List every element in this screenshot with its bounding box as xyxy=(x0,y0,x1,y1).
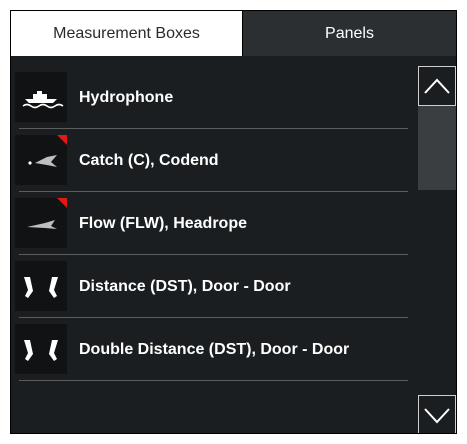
chevron-down-icon xyxy=(424,408,450,424)
list-item[interactable]: Distance (DST), Door - Door xyxy=(11,255,408,318)
tab-measurement-boxes[interactable]: Measurement Boxes xyxy=(11,11,243,56)
list-item[interactable]: Double Distance (DST), Door - Door xyxy=(11,318,408,381)
list-item-label: Flow (FLW), Headrope xyxy=(79,214,247,232)
list-item-label: Distance (DST), Door - Door xyxy=(79,277,291,295)
scroll-up-button[interactable] xyxy=(418,66,456,106)
trawl-doors-icon xyxy=(15,324,67,374)
list-item[interactable]: Catch (C), Codend xyxy=(11,129,408,192)
hydrophone-icon xyxy=(15,72,67,122)
chevron-up-icon xyxy=(424,78,450,94)
alert-flag-icon xyxy=(57,135,67,145)
list-item-label: Hydrophone xyxy=(79,88,174,106)
sensor-selection-panel: Measurement Boxes Panels Hydrophone Catc… xyxy=(10,10,457,434)
list-item[interactable]: Flow (FLW), Headrope xyxy=(11,192,408,255)
catch-sensor-icon xyxy=(15,135,67,185)
row-divider xyxy=(19,380,408,381)
list-item-label: Catch (C), Codend xyxy=(79,151,219,169)
flow-sensor-icon xyxy=(15,198,67,248)
scrollbar-thumb[interactable] xyxy=(418,106,456,190)
trawl-doors-icon xyxy=(15,261,67,311)
list-item[interactable]: Hydrophone xyxy=(11,66,408,129)
tab-bar: Measurement Boxes Panels xyxy=(11,11,456,56)
tab-panels[interactable]: Panels xyxy=(243,11,456,56)
measurement-list: Hydrophone Catch (C), Codend Flow (FLW),… xyxy=(11,66,408,433)
alert-flag-icon xyxy=(57,198,67,208)
vertical-scrollbar[interactable] xyxy=(418,66,456,433)
list-item-label: Double Distance (DST), Door - Door xyxy=(79,340,350,358)
scroll-down-button[interactable] xyxy=(418,395,456,433)
